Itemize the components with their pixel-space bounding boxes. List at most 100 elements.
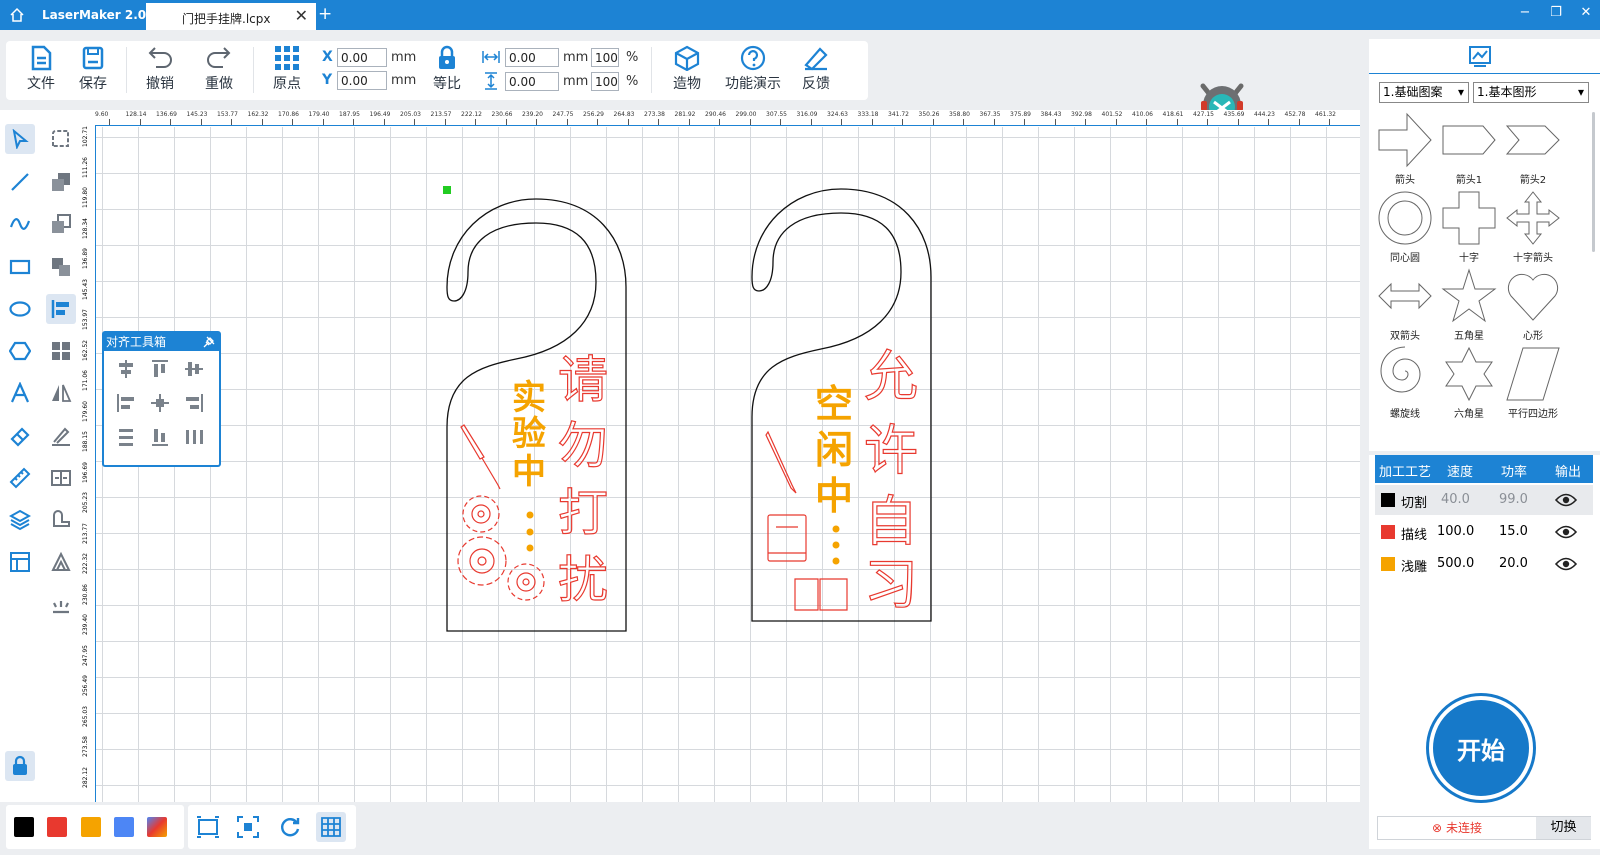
layer-row-engrave[interactable]: 浅雕 500.0 20.0 [1375, 549, 1593, 579]
shape-arrow-2[interactable]: 箭头2 [1501, 112, 1565, 186]
left-door-hanger[interactable]: 实 验 中 请 勿 打 扰 [446, 198, 627, 632]
combine-tool[interactable] [46, 252, 76, 282]
start-button[interactable]: 开始 [1429, 696, 1533, 800]
home-icon[interactable] [9, 7, 25, 23]
measure-tool[interactable] [5, 463, 35, 493]
shape-five-star[interactable]: 五角星 [1437, 268, 1501, 342]
shape-concentric-circle[interactable]: 同心圆 [1373, 190, 1437, 264]
design-artwork[interactable]: 实 验 中 请 勿 打 扰 空 闲 中 允 许 自 习 [96, 127, 1360, 802]
pin-icon[interactable] [203, 336, 215, 348]
color-swatch-gradient[interactable] [147, 817, 167, 837]
shape-arrow-1[interactable]: 箭头1 [1437, 112, 1501, 186]
color-swatch-red[interactable] [47, 817, 67, 837]
shape-panel-scrollbar[interactable] [1592, 112, 1595, 252]
shape-parallelogram[interactable]: 平行四边形 [1501, 346, 1565, 420]
eraser-tool[interactable] [5, 421, 35, 451]
close-window-button[interactable]: ✕ [1576, 5, 1596, 20]
curve-tool[interactable] [5, 209, 35, 239]
build-button[interactable]: 造物 [661, 45, 713, 93]
rectangle-tool[interactable] [5, 252, 35, 282]
origin-button[interactable]: 原点 [261, 45, 313, 93]
grid-toggle-button[interactable] [316, 812, 346, 842]
eye-icon[interactable] [1555, 492, 1577, 508]
undo-button[interactable]: 撤销 [134, 45, 186, 93]
image-library-icon[interactable] [1468, 45, 1492, 67]
layer-row-cut[interactable]: 切割 40.0 99.0 [1375, 485, 1593, 515]
distribute-vertical-button[interactable] [112, 423, 140, 451]
shape-double-arrow[interactable]: 双箭头 [1373, 268, 1437, 342]
weld-tool[interactable] [46, 505, 76, 535]
right-big-char-2: 许 [864, 419, 918, 482]
ruler-tick-label: 247.95 [82, 644, 89, 666]
lock-ratio-button[interactable]: 等比 [421, 45, 473, 93]
align-right-button[interactable] [180, 389, 208, 417]
align-top-button[interactable] [146, 355, 174, 383]
save-button[interactable]: 保存 [67, 45, 119, 93]
feedback-button[interactable]: 反馈 [790, 45, 842, 93]
distribute-horizontal-button[interactable] [180, 423, 208, 451]
close-tab-icon[interactable]: ✕ [295, 6, 308, 25]
color-swatch-orange[interactable] [81, 817, 101, 837]
ungroup-tool[interactable] [46, 209, 76, 239]
color-swatch-black[interactable] [14, 817, 34, 837]
subcategory-select-value: 1.基本图形 [1477, 85, 1537, 99]
node-edit-tool[interactable] [46, 124, 76, 154]
align-left-button[interactable] [112, 389, 140, 417]
x-position-input[interactable] [337, 48, 387, 67]
switch-button[interactable]: 切换 [1536, 817, 1591, 839]
array-tool[interactable] [46, 336, 76, 366]
refresh-icon[interactable] [278, 815, 302, 839]
laser-tool[interactable] [46, 589, 76, 619]
align-center-horizontal-button[interactable] [112, 355, 140, 383]
subcategory-select[interactable]: 1.基本图形 ▾ [1473, 82, 1589, 103]
demo-button[interactable]: 功能演示 [718, 45, 788, 93]
fit-selection-icon[interactable] [236, 815, 260, 839]
line-tool[interactable] [5, 167, 35, 197]
shape-heart[interactable]: 心形 [1501, 268, 1565, 342]
lock-canvas-button[interactable] [5, 751, 35, 781]
shape-arrow[interactable]: 箭头 [1373, 112, 1437, 186]
align-center-button[interactable] [146, 389, 174, 417]
align-center-vertical-button[interactable] [180, 355, 208, 383]
fill-tool[interactable] [46, 421, 76, 451]
shape-cross[interactable]: 十字 [1437, 190, 1501, 264]
new-tab-button[interactable]: + [318, 4, 332, 24]
eye-icon[interactable] [1555, 556, 1577, 572]
polygon-tool[interactable] [5, 336, 35, 366]
text-tool[interactable] [5, 378, 35, 408]
width-input[interactable] [505, 48, 559, 67]
group-tool[interactable] [46, 167, 76, 197]
split-tool[interactable] [46, 463, 76, 493]
selection-handle[interactable] [443, 186, 451, 194]
layers-tool[interactable] [5, 505, 35, 535]
height-percent-input[interactable] [591, 72, 619, 91]
file-button[interactable]: 文件 [15, 45, 67, 93]
y-position-input[interactable] [337, 71, 387, 90]
align-tool[interactable] [46, 294, 76, 324]
shape-spiral[interactable]: 螺旋线 [1373, 346, 1437, 420]
layout-tool[interactable] [5, 547, 35, 577]
right-door-hanger[interactable]: 空 闲 中 允 许 自 习 [751, 188, 932, 622]
shape-cross-arrow[interactable]: 十字箭头 [1501, 190, 1565, 264]
layer-speed: 100.0 [1437, 524, 1475, 539]
minimize-button[interactable]: − [1515, 5, 1535, 20]
ruler-tick-mark [1298, 119, 1300, 125]
fit-page-icon[interactable] [196, 815, 220, 839]
connection-status[interactable]: ⊗ 未连接 [1378, 817, 1536, 839]
maximize-button[interactable]: ❐ [1546, 5, 1566, 20]
redo-button[interactable]: 重做 [193, 45, 245, 93]
ellipse-tool[interactable] [5, 294, 35, 324]
shape-six-star[interactable]: 六角星 [1437, 346, 1501, 420]
eye-icon[interactable] [1555, 524, 1577, 540]
align-bottom-button[interactable] [146, 423, 174, 451]
document-tab[interactable]: 门把手挂牌.lcpx ✕ [146, 3, 316, 30]
color-swatch-blue[interactable] [114, 817, 134, 837]
category-select[interactable]: 1.基础图案 ▾ [1379, 82, 1469, 103]
width-percent-input[interactable] [591, 48, 619, 67]
height-input[interactable] [505, 72, 559, 91]
mirror-tool[interactable] [46, 378, 76, 408]
ruler-tick-label: 435.69 [1223, 111, 1245, 118]
offset-tool[interactable] [46, 547, 76, 577]
select-tool[interactable] [5, 124, 35, 154]
layer-row-line[interactable]: 描线 100.0 15.0 [1375, 517, 1593, 547]
